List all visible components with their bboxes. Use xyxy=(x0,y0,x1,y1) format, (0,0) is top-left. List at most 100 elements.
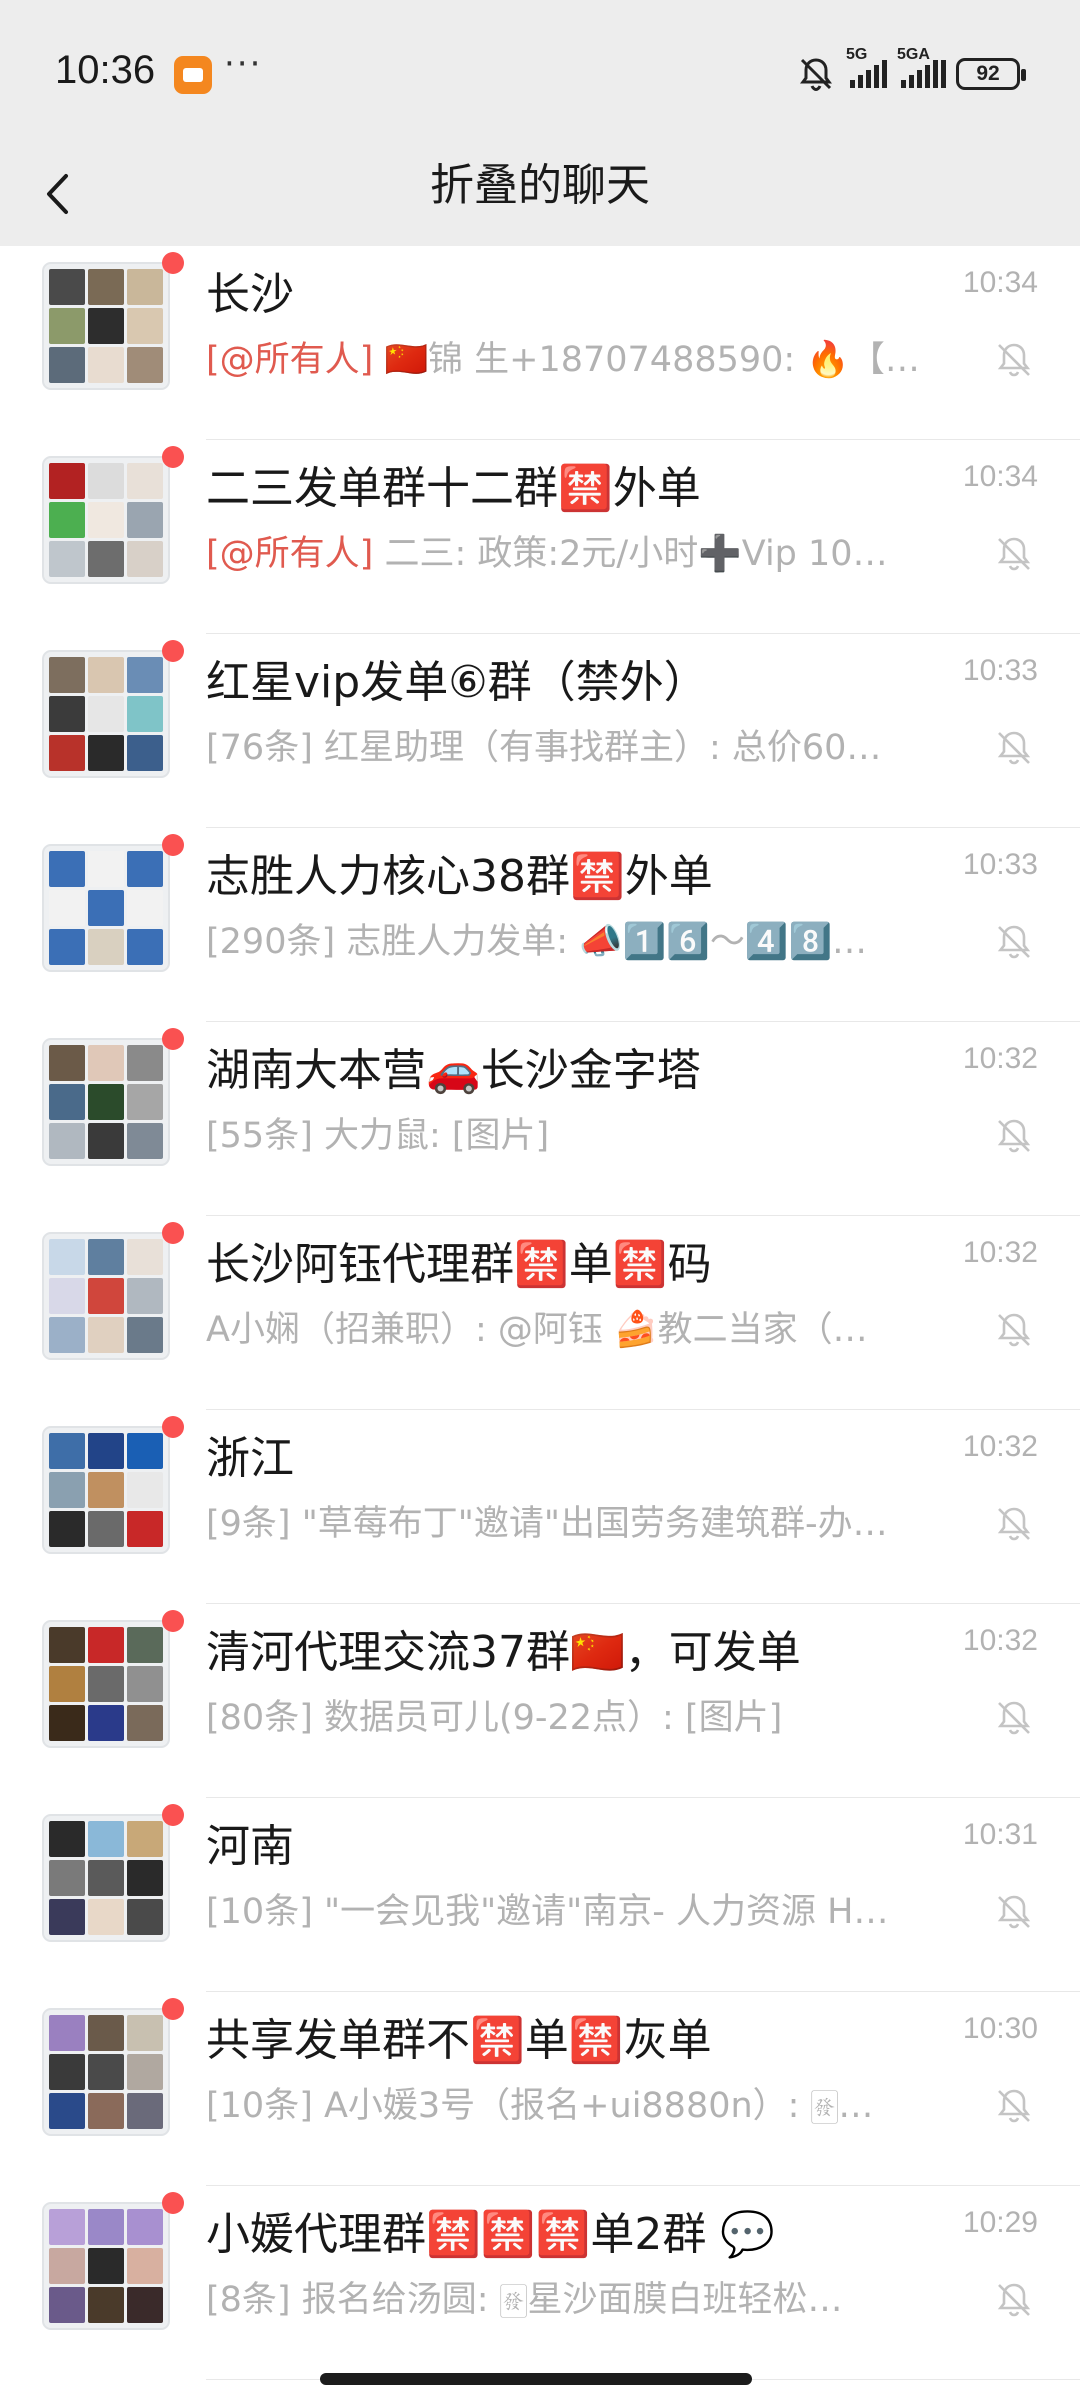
status-icons: 5G 5GA 92 xyxy=(796,46,1026,94)
chat-preview: [76条] 红星助理（有事找群主）: 总价60… xyxy=(206,724,926,772)
chat-title: 河南 xyxy=(206,1821,294,1872)
chat-list-item[interactable]: 红星vip发单⑥群（禁外） [76条] 红星助理（有事找群主）: 总价60… 10:… xyxy=(0,634,1080,828)
chat-title: 浙江 xyxy=(206,1433,294,1484)
chat-preview: [290条] 志胜人力发单: 📣1️⃣6️⃣～4️⃣8️⃣… xyxy=(206,918,926,966)
sim2-label: 5GA xyxy=(897,46,930,63)
chat-title: 红星vip发单⑥群（禁外） xyxy=(206,657,708,708)
chat-time: 10:33 xyxy=(962,848,1038,881)
chat-list-item[interactable]: 河南 [10条] "一会见我"邀请"南京- 人力资源 H… 10:31 xyxy=(0,1798,1080,1992)
chat-time: 10:32 xyxy=(962,1624,1038,1657)
unread-dot xyxy=(162,252,184,274)
notification-app-icon xyxy=(174,56,212,94)
group-avatar[interactable] xyxy=(42,262,170,390)
chat-time: 10:32 xyxy=(962,1042,1038,1075)
chat-title: 共享发单群不🈲单🈲灰单 xyxy=(206,2015,712,2066)
chat-list-item[interactable]: 浙江 [9条] "草莓布丁"邀请"出国劳务建筑群-办… 10:32 xyxy=(0,1410,1080,1604)
group-avatar[interactable] xyxy=(42,456,170,584)
chat-preview: [8条] 报名给汤圆: 🀅星沙面膜白班轻松… xyxy=(206,2276,926,2324)
chat-time: 10:31 xyxy=(962,1818,1038,1851)
bell-off-icon xyxy=(990,724,1038,772)
unread-dot xyxy=(162,834,184,856)
chat-list-item[interactable]: 长沙 [@所有人] 🇨🇳锦 生+18707488590: 🔥【… 10:34 xyxy=(0,246,1080,440)
chat-title: 长沙 xyxy=(206,269,294,320)
bell-off-icon xyxy=(990,336,1038,384)
bell-off-icon xyxy=(800,58,832,92)
preview-text: A小娴（招兼职）: @阿钰 🍰教二当家（… xyxy=(206,1310,868,1350)
unread-dot xyxy=(162,1416,184,1438)
bell-off-icon xyxy=(990,1306,1038,1354)
sim1-label: 5G xyxy=(846,46,868,63)
group-avatar[interactable] xyxy=(42,2202,170,2330)
battery-level: 92 xyxy=(976,62,1000,85)
group-avatar[interactable] xyxy=(42,1038,170,1166)
mention-tag: [@所有人] xyxy=(206,340,374,380)
group-avatar[interactable] xyxy=(42,2008,170,2136)
status-bar: 10:36 ··· 5G 5GA 92 xyxy=(0,0,1080,140)
unread-dot xyxy=(162,1610,184,1632)
more-notifications-icon: ··· xyxy=(224,44,263,84)
group-avatar[interactable] xyxy=(42,1620,170,1748)
chat-preview: [80条] 数据员可儿(9-22点）: [图片] xyxy=(206,1694,926,1742)
bell-off-icon xyxy=(990,1112,1038,1160)
bell-off-icon xyxy=(990,1888,1038,1936)
mention-tag: [@所有人] xyxy=(206,534,374,574)
preview-text: [10条] A小媛3号（报名+ui8880n）: 🀅… xyxy=(206,2086,874,2126)
preview-text: [9条] "草莓布丁"邀请"出国劳务建筑群-办… xyxy=(206,1504,888,1544)
chat-time: 10:32 xyxy=(962,1236,1038,1269)
status-time: 10:36 xyxy=(55,48,156,92)
chat-preview: [@所有人] 二三: 政策:2元/小时➕Vip 10… xyxy=(206,530,926,578)
chat-title: 清河代理交流37群🇨🇳，可发单 xyxy=(206,1627,801,1678)
chat-title: 二三发单群十二群🈲外单 xyxy=(206,463,701,514)
chat-preview: [9条] "草莓布丁"邀请"出国劳务建筑群-办… xyxy=(206,1500,926,1548)
preview-text: [8条] 报名给汤圆: 🀅星沙面膜白班轻松… xyxy=(206,2280,843,2320)
group-avatar[interactable] xyxy=(42,1232,170,1360)
bell-off-icon xyxy=(990,2082,1038,2130)
chat-list-item[interactable]: 湖南大本营🚗长沙金字塔 [55条] 大力鼠: [图片] 10:32 xyxy=(0,1022,1080,1216)
bell-off-icon xyxy=(990,2276,1038,2324)
signal-5ga-icon: 5GA xyxy=(897,46,946,88)
chat-preview: [10条] "一会见我"邀请"南京- 人力资源 H… xyxy=(206,1888,926,1936)
battery-icon: 92 xyxy=(956,58,1026,90)
chat-list-item[interactable]: 二三发单群十二群🈲外单 [@所有人] 二三: 政策:2元/小时➕Vip 10… 10… xyxy=(0,440,1080,634)
bell-off-icon xyxy=(990,1694,1038,1742)
bell-off-icon xyxy=(990,918,1038,966)
unread-dot xyxy=(162,1998,184,2020)
chat-list-item[interactable]: 长沙阿钰代理群🈲单🈲码 A小娴（招兼职）: @阿钰 🍰教二当家（… 10:32 xyxy=(0,1216,1080,1410)
unread-dot xyxy=(162,446,184,468)
group-avatar[interactable] xyxy=(42,650,170,778)
unread-dot xyxy=(162,1222,184,1244)
preview-text: [10条] "一会见我"邀请"南京- 人力资源 H… xyxy=(206,1892,889,1932)
preview-text: [55条] 大力鼠: [图片] xyxy=(206,1116,550,1156)
chat-preview: [10条] A小媛3号（报名+ui8880n）: 🀅… xyxy=(206,2082,926,2130)
preview-text: 二三: 政策:2元/小时➕Vip 10… xyxy=(373,534,888,574)
signal-5g-icon: 5G xyxy=(846,46,887,88)
unread-dot xyxy=(162,2192,184,2214)
chat-time: 10:34 xyxy=(962,460,1038,493)
chat-preview: A小娴（招兼职）: @阿钰 🍰教二当家（… xyxy=(206,1306,926,1354)
chat-title: 长沙阿钰代理群🈲单🈲码 xyxy=(206,1239,712,1290)
chat-preview: [@所有人] 🇨🇳锦 生+18707488590: 🔥【… xyxy=(206,336,926,384)
page-title: 折叠的聊天 xyxy=(430,160,650,211)
chat-list-item[interactable]: 志胜人力核心38群🈲外单 [290条] 志胜人力发单: 📣1️⃣6️⃣～4️⃣8️… xyxy=(0,828,1080,1022)
group-avatar[interactable] xyxy=(42,1426,170,1554)
chat-time: 10:34 xyxy=(962,266,1038,299)
chat-list-item[interactable]: 共享发单群不🈲单🈲灰单 [10条] A小媛3号（报名+ui8880n）: 🀅… 10… xyxy=(0,1992,1080,2186)
chat-preview: [55条] 大力鼠: [图片] xyxy=(206,1112,926,1160)
group-avatar[interactable] xyxy=(42,844,170,972)
chat-time: 10:29 xyxy=(962,2206,1038,2239)
group-avatar[interactable] xyxy=(42,1814,170,1942)
chat-list-item[interactable]: 小媛代理群🈲🈲🈲单2群 💬 [8条] 报名给汤圆: 🀅星沙面膜白班轻松… 10:29 xyxy=(0,2186,1080,2380)
chat-time: 10:33 xyxy=(962,654,1038,687)
chat-list-item[interactable]: 清河代理交流37群🇨🇳，可发单 [80条] 数据员可儿(9-22点）: [图片] 1… xyxy=(0,1604,1080,1798)
bell-off-icon xyxy=(990,1500,1038,1548)
bell-off-icon xyxy=(990,530,1038,578)
chat-title: 小媛代理群🈲🈲🈲单2群 💬 xyxy=(206,2209,776,2260)
preview-text: [290条] 志胜人力发单: 📣1️⃣6️⃣～4️⃣8️⃣… xyxy=(206,922,868,962)
navigation-header: 折叠的聊天 xyxy=(0,140,1080,246)
unread-dot xyxy=(162,1804,184,1826)
home-indicator[interactable] xyxy=(320,2373,752,2385)
preview-text: [80条] 数据员可儿(9-22点）: [图片] xyxy=(206,1698,783,1738)
chat-title: 湖南大本营🚗长沙金字塔 xyxy=(206,1045,701,1096)
preview-text: 🇨🇳锦 生+18707488590: 🔥【… xyxy=(373,340,920,380)
chat-time: 10:30 xyxy=(962,2012,1038,2045)
